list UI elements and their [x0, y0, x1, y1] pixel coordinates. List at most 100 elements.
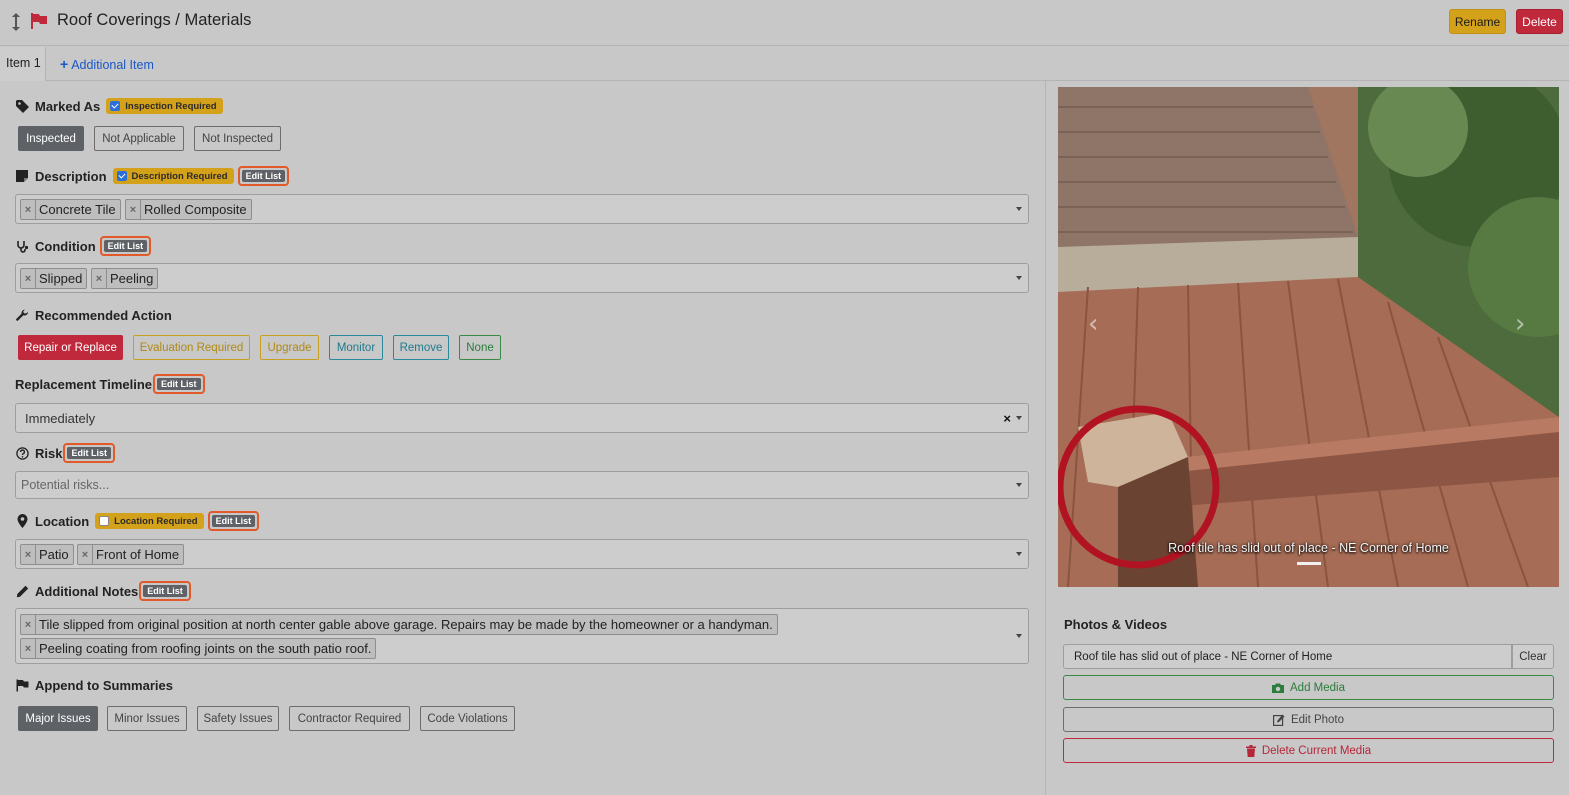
page-header: Roof Coverings / Materials Rename Delete	[0, 0, 1569, 46]
option-monitor[interactable]: Monitor	[329, 335, 383, 360]
option-safety-issues[interactable]: Safety Issues	[197, 706, 279, 731]
chip: × Peeling	[91, 268, 159, 289]
delete-button[interactable]: Delete	[1516, 9, 1563, 34]
drag-handle-icon[interactable]	[10, 12, 22, 32]
edit-list-label: Edit List	[211, 515, 256, 527]
next-icon[interactable]: ›	[1515, 309, 1525, 339]
clear-button[interactable]: Clear	[1512, 644, 1554, 669]
description-label-row: Description Description Required Edit Li…	[15, 166, 290, 186]
inspection-required-toggle[interactable]: Inspection Required	[106, 98, 223, 114]
chevron-down-icon[interactable]	[1016, 483, 1022, 487]
condition-select[interactable]: × Slipped × Peeling	[15, 263, 1029, 293]
remove-icon[interactable]: ×	[21, 545, 36, 564]
inspection-required-label: Inspection Required	[125, 100, 217, 112]
option-inspected[interactable]: Inspected	[18, 126, 84, 151]
edit-list-button[interactable]: Edit List	[207, 511, 260, 531]
checkbox-icon	[116, 171, 127, 181]
add-item-link[interactable]: + Additional Item	[60, 56, 154, 72]
media-carousel[interactable]: ‹ › Roof tile has slid out of place - NE…	[1058, 87, 1559, 587]
carousel-indicator[interactable]	[1297, 562, 1321, 565]
clear-icon[interactable]: ×	[1003, 411, 1011, 426]
edit-list-label: Edit List	[157, 378, 201, 390]
option-not-inspected[interactable]: Not Inspected	[194, 126, 281, 151]
option-remove[interactable]: Remove	[393, 335, 449, 360]
replacement-timeline-select[interactable]: Immediately ×	[15, 403, 1029, 433]
chevron-down-icon[interactable]	[1016, 416, 1022, 420]
edit-list-button[interactable]: Edit List	[139, 581, 191, 601]
additional-notes-label: Additional Notes	[35, 583, 139, 599]
option-none[interactable]: None	[459, 335, 501, 360]
edit-icon	[1272, 714, 1285, 726]
option-code-violations[interactable]: Code Violations	[420, 706, 515, 731]
description-required-label: Description Required	[131, 170, 228, 182]
camera-icon	[1272, 683, 1284, 693]
photo-caption: Roof tile has slid out of place - NE Cor…	[1168, 541, 1449, 555]
chevron-down-icon[interactable]	[1016, 276, 1022, 280]
append-summaries-label: Append to Summaries	[35, 678, 173, 693]
edit-list-button[interactable]: Edit List	[153, 374, 205, 394]
pencil-icon	[15, 584, 29, 598]
risk-placeholder: Potential risks...	[21, 478, 110, 492]
edit-list-button[interactable]: Edit List	[99, 236, 152, 256]
remove-icon[interactable]: ×	[21, 639, 36, 658]
prev-icon[interactable]: ‹	[1088, 309, 1098, 339]
recommended-action-label-row: Recommended Action	[15, 308, 172, 323]
rename-button[interactable]: Rename	[1449, 9, 1506, 34]
option-contractor-required[interactable]: Contractor Required	[289, 706, 410, 731]
replacement-timeline-label-row: Replacement Timeline Edit List	[15, 374, 205, 394]
remove-icon[interactable]: ×	[21, 615, 36, 634]
option-repair-or-replace[interactable]: Repair or Replace	[18, 335, 123, 360]
chip: × Patio	[20, 544, 74, 565]
panel-divider	[1045, 81, 1046, 795]
question-circle-icon	[15, 446, 29, 460]
flag-icon[interactable]	[30, 12, 48, 30]
chevron-down-icon[interactable]	[1016, 207, 1022, 211]
recommended-action-label: Recommended Action	[35, 308, 172, 323]
location-required-toggle[interactable]: Location Required	[95, 513, 204, 529]
condition-label-row: Condition Edit List	[15, 236, 152, 256]
risk-select[interactable]: Potential risks...	[15, 471, 1029, 499]
location-select[interactable]: × Patio × Front of Home	[15, 539, 1029, 569]
edit-photo-label: Edit Photo	[1290, 713, 1345, 726]
edit-list-label: Edit List	[241, 170, 286, 182]
marked-as-label: Marked As	[35, 98, 101, 114]
chip-label: Peeling coating from roofing joints on t…	[39, 641, 372, 656]
remove-icon[interactable]: ×	[126, 200, 141, 219]
description-required-toggle[interactable]: Description Required	[112, 168, 234, 184]
remove-icon[interactable]: ×	[92, 269, 107, 288]
delete-current-media-button[interactable]: Delete Current Media	[1063, 738, 1554, 763]
chip-label: Peeling	[110, 271, 154, 286]
chip-label: Patio	[39, 547, 69, 562]
chevron-down-icon[interactable]	[1016, 552, 1022, 556]
caption-input[interactable]	[1063, 644, 1512, 669]
selected-value: Immediately	[25, 411, 96, 426]
add-media-label: Add Media	[1290, 681, 1345, 694]
plus-icon: +	[60, 56, 69, 72]
map-marker-icon	[15, 514, 29, 528]
delete-current-media-label: Delete Current Media	[1261, 744, 1372, 757]
remove-icon[interactable]: ×	[78, 545, 93, 564]
add-item-label: Additional Item	[71, 58, 154, 72]
option-not-applicable[interactable]: Not Applicable	[94, 126, 184, 151]
edit-list-button[interactable]: Edit List	[63, 443, 115, 463]
option-minor-issues[interactable]: Minor Issues	[107, 706, 187, 731]
remove-icon[interactable]: ×	[21, 269, 36, 288]
tab-item-1[interactable]: Item 1	[0, 47, 46, 81]
chip: × Slipped	[20, 268, 88, 289]
risk-label-row: Risk Edit List	[15, 443, 115, 463]
stethoscope-icon	[15, 239, 29, 253]
additional-notes-select[interactable]: × Tile slipped from original position at …	[15, 608, 1029, 664]
option-evaluation-required[interactable]: Evaluation Required	[133, 335, 250, 360]
option-upgrade[interactable]: Upgrade	[260, 335, 319, 360]
remove-icon[interactable]: ×	[21, 200, 36, 219]
chip-label: Rolled Composite	[144, 202, 247, 217]
chip: × Front of Home	[77, 544, 185, 565]
edit-list-button[interactable]: Edit List	[237, 166, 290, 186]
location-label-row: Location Location Required Edit List	[15, 511, 260, 531]
edit-photo-button[interactable]: Edit Photo	[1063, 707, 1554, 732]
option-major-issues[interactable]: Major Issues	[18, 706, 98, 731]
description-select[interactable]: × Concrete Tile × Rolled Composite	[15, 194, 1029, 224]
add-media-button[interactable]: Add Media	[1063, 675, 1554, 700]
marked-as-label-row: Marked As Inspection Required	[15, 98, 223, 114]
chevron-down-icon[interactable]	[1016, 634, 1022, 638]
